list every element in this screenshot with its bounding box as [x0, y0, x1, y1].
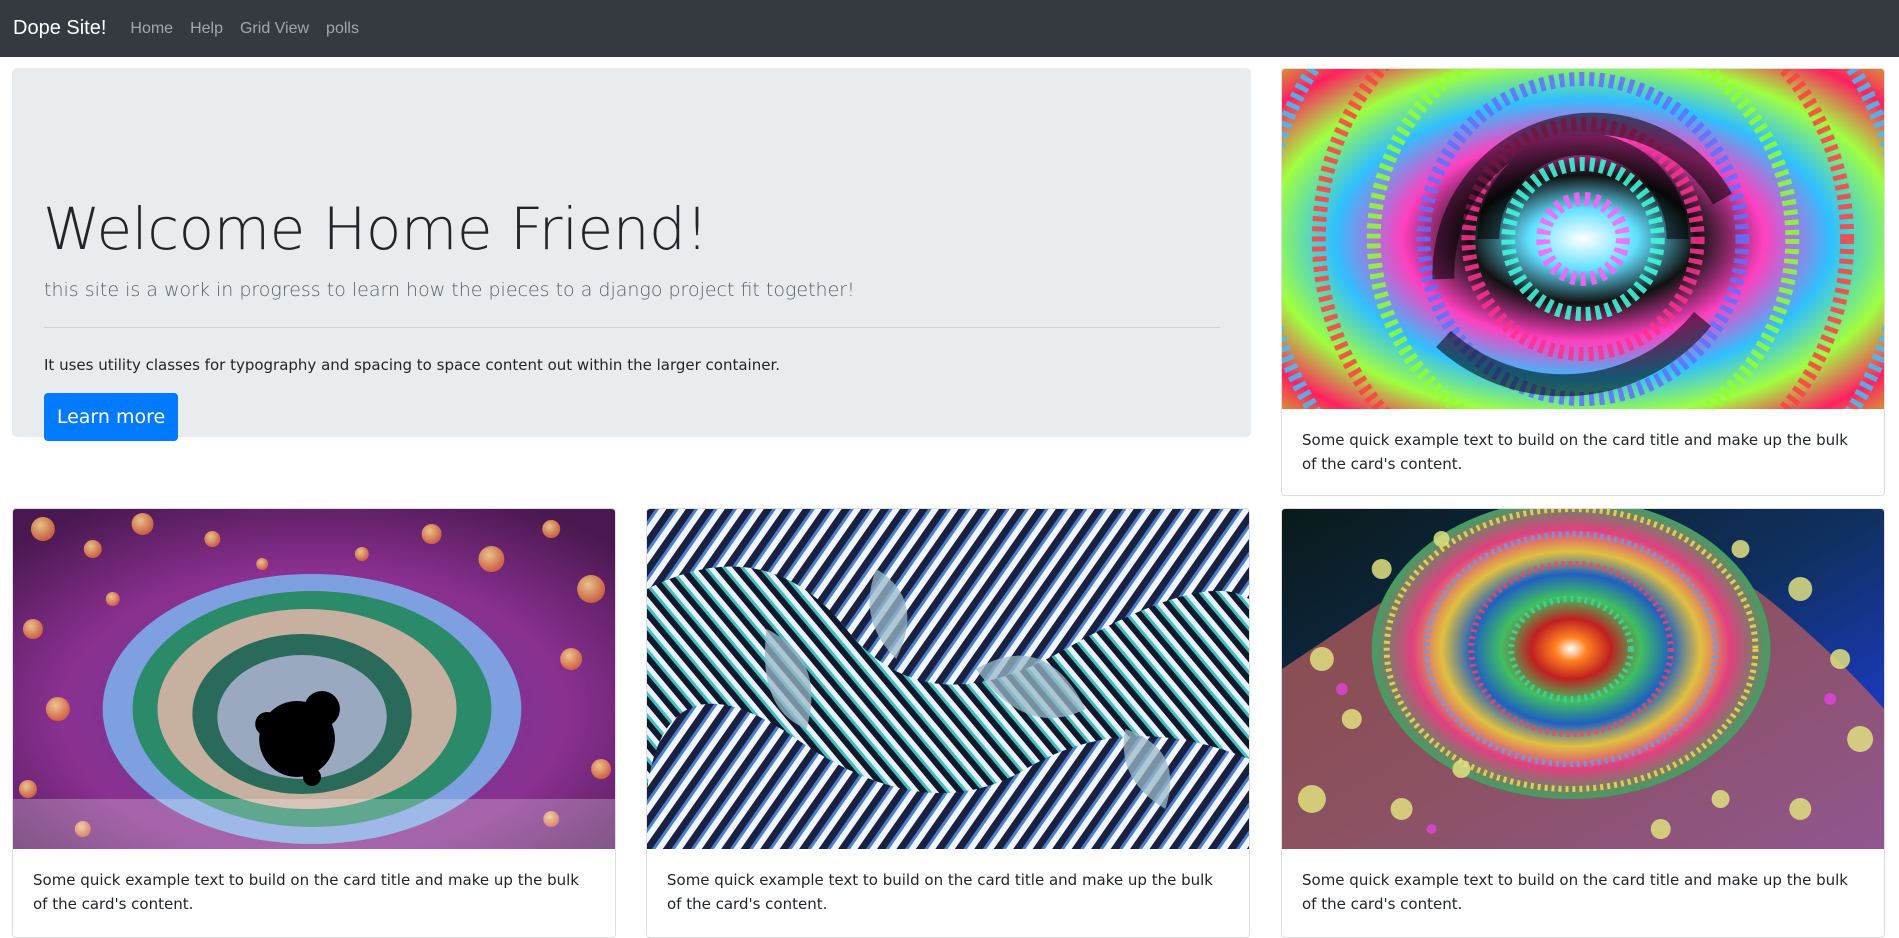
- nav-link-help[interactable]: Help: [190, 20, 223, 38]
- card: Some quick example text to build on the …: [1281, 508, 1885, 938]
- jumbotron-text: It uses utility classes for typography a…: [44, 356, 780, 374]
- nav-link-home[interactable]: Home: [130, 20, 173, 38]
- card: Some quick example text to build on the …: [12, 508, 616, 938]
- card-image-psychedelic-spiral: [1282, 69, 1884, 409]
- jumbotron-divider: [44, 327, 1220, 328]
- card-text: Some quick example text to build on the …: [1302, 431, 1848, 473]
- navbar-brand[interactable]: Dope Site!: [13, 17, 106, 40]
- card-image-mandelbrot: [13, 509, 615, 849]
- navbar: Dope Site! Home Help Grid View polls: [0, 0, 1899, 57]
- card-image-rainbow-julia: [1282, 509, 1884, 849]
- nav-link-polls[interactable]: polls: [326, 20, 359, 38]
- nav-link-grid-view[interactable]: Grid View: [240, 20, 309, 38]
- jumbotron: Welcome Home Friend! this site is a work…: [12, 68, 1251, 441]
- card-text: Some quick example text to build on the …: [33, 871, 579, 913]
- card-text: Some quick example text to build on the …: [667, 871, 1213, 913]
- learn-more-button[interactable]: Learn more: [44, 393, 178, 441]
- card-image-striped-waves: [647, 509, 1249, 849]
- card-text: Some quick example text to build on the …: [1302, 871, 1848, 913]
- card: Some quick example text to build on the …: [1281, 68, 1885, 496]
- card: Some quick example text to build on the …: [646, 508, 1250, 938]
- jumbotron-title: Welcome Home Friend!: [43, 195, 709, 263]
- jumbotron-lead: this site is a work in progress to learn…: [44, 279, 855, 301]
